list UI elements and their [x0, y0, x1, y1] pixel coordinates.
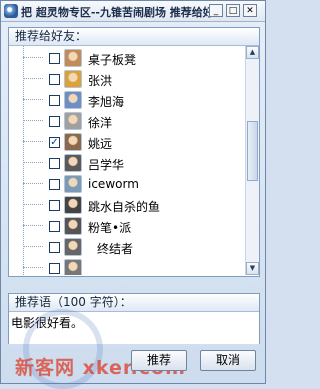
tree-branch	[23, 57, 43, 58]
friends-panel: 推荐给好友： 桌子板凳张洪李旭海徐洋 ✓ 姚远吕学华 iceworm 跳水自杀的鱼 粉笔•…	[8, 27, 260, 277]
tree-branch	[23, 120, 43, 121]
tree-branch	[23, 204, 43, 205]
tree-branch	[23, 183, 43, 184]
friend-row[interactable]: 粉笔•派	[9, 216, 247, 236]
scroll-up-arrow-icon[interactable]: ▲	[246, 46, 259, 59]
minimize-button[interactable]: _	[209, 4, 223, 17]
friend-avatar-icon	[64, 112, 82, 130]
friend-checkbox[interactable]	[49, 116, 60, 127]
friend-row[interactable]	[9, 258, 247, 275]
friend-row[interactable]: iceworm	[9, 174, 247, 194]
message-panel: 推荐语（100 字符）： 电影很好看。	[8, 293, 260, 344]
recommend-dialog: 把 超灵物专区--九锥苦闹剧场 推荐给好友 _ □ ✕ 推荐给好友： 桌子板凳张…	[0, 0, 266, 389]
message-panel-header: 推荐语（100 字符）：	[9, 294, 259, 312]
friend-checkbox[interactable]	[49, 200, 60, 211]
friend-row[interactable]: 李旭海	[9, 90, 247, 110]
tree-branch	[23, 78, 43, 79]
maximize-button[interactable]: □	[226, 4, 240, 17]
friend-row[interactable]: 跳水自杀的鱼	[9, 195, 247, 215]
app-icon	[4, 4, 18, 18]
friend-name: 桌子板凳	[88, 53, 137, 67]
friends-scrollbar[interactable]: ▲ ▼	[245, 46, 259, 275]
friend-avatar-icon	[64, 217, 82, 235]
friend-checkbox[interactable]	[49, 95, 60, 106]
friend-row[interactable]: 张洪	[9, 69, 247, 89]
friend-avatar-icon	[64, 154, 82, 172]
tree-branch	[23, 225, 43, 226]
friend-checkbox[interactable]	[49, 179, 60, 190]
title-bar: 把 超灵物专区--九锥苦闹剧场 推荐给好友 _ □ ✕	[1, 1, 265, 22]
friend-name: 终结者	[97, 242, 134, 256]
scroll-thumb[interactable]	[247, 121, 258, 181]
tree-branch	[23, 99, 43, 100]
friend-name: 跳水自杀的鱼	[88, 200, 161, 214]
friend-name: 李旭海	[88, 95, 125, 109]
friend-avatar-icon	[64, 238, 82, 256]
friend-row[interactable]: 终结者	[9, 237, 247, 257]
tree-branch	[23, 267, 43, 268]
friends-panel-header: 推荐给好友：	[9, 28, 259, 46]
friend-avatar-icon	[64, 133, 82, 151]
friend-checkbox[interactable]	[49, 263, 60, 274]
friend-name: 姚远	[88, 137, 113, 151]
friend-checkbox[interactable]	[49, 221, 60, 232]
friend-avatar-icon	[64, 259, 82, 275]
friend-avatar-icon	[64, 175, 82, 193]
close-button[interactable]: ✕	[243, 4, 257, 17]
recommend-message-input[interactable]: 电影很好看。	[11, 314, 83, 331]
window-title: 把 超灵物专区--九锥苦闹剧场 推荐给好友	[21, 6, 211, 19]
tree-branch	[23, 162, 43, 163]
friend-checkbox[interactable]: ✓	[49, 137, 60, 148]
friends-list: 桌子板凳张洪李旭海徐洋 ✓ 姚远吕学华 iceworm 跳水自杀的鱼 粉笔•派终结者 ▲ …	[9, 46, 259, 275]
friend-row[interactable]: 吕学华	[9, 153, 247, 173]
friend-name: 张洪	[88, 74, 113, 88]
friend-name: 徐洋	[88, 116, 113, 130]
friend-name: 吕学华	[88, 158, 125, 172]
friend-row[interactable]: 徐洋	[9, 111, 247, 131]
friend-avatar-icon	[64, 91, 82, 109]
cancel-button[interactable]: 取消	[200, 350, 256, 371]
friend-avatar-icon	[64, 196, 82, 214]
friend-checkbox[interactable]	[49, 74, 60, 85]
tree-branch	[23, 141, 43, 142]
friend-checkbox[interactable]	[49, 158, 60, 169]
friend-row[interactable]: ✓ 姚远	[9, 132, 247, 152]
friend-row[interactable]: 桌子板凳	[9, 48, 247, 68]
friend-avatar-icon	[64, 70, 82, 88]
friend-avatar-icon	[64, 49, 82, 67]
friend-checkbox[interactable]	[49, 53, 60, 64]
recommend-button[interactable]: 推荐	[131, 350, 187, 371]
tree-branch	[23, 246, 43, 247]
friend-name: 粉笔•派	[88, 221, 132, 235]
scroll-down-arrow-icon[interactable]: ▼	[246, 262, 259, 275]
friend-checkbox[interactable]	[49, 242, 60, 253]
friend-name: iceworm	[88, 177, 139, 191]
